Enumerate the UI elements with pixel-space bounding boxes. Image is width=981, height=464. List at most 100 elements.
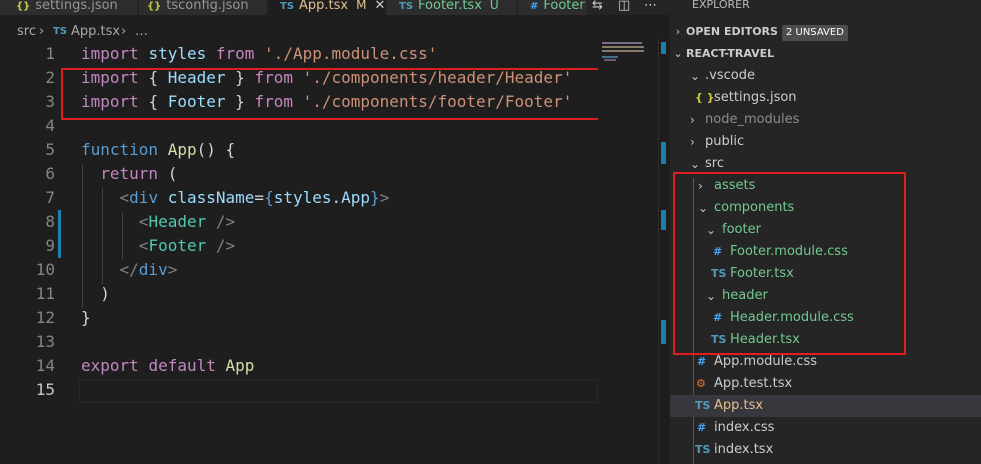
tree-item[interactable]: { } settings.json <box>670 87 981 109</box>
css-icon: # <box>530 1 539 12</box>
code-line-1[interactable]: import styles from './App.module.css' <box>81 44 437 63</box>
minimap-line <box>602 42 642 44</box>
line-number: 8 <box>45 212 55 231</box>
code-line-6[interactable]: return ( <box>81 164 177 183</box>
open-editors-section[interactable]: › OPEN EDITORS 2 UNSAVED <box>670 21 981 43</box>
punctuation: ) <box>100 284 110 303</box>
code-line-7[interactable]: <div className={styles.App}> <box>81 188 390 207</box>
code-line-11[interactable]: ) <box>81 284 110 303</box>
line-number: 2 <box>45 68 55 87</box>
editor-tab-bar: {} settings.json {} tsconfig.json TS App.ts… <box>0 0 670 15</box>
tag-bracket: </ <box>119 260 139 279</box>
breadcrumb-file[interactable]: App.tsx <box>71 24 120 39</box>
breadcrumb: src › TS App.tsx › … <box>0 24 598 42</box>
git-change-marker[interactable] <box>58 210 61 258</box>
tree-item[interactable]: ⌄ .vscode <box>670 65 981 87</box>
unsaved-badge: 2 UNSAVED <box>781 25 848 41</box>
more-actions-icon[interactable]: ⋯ <box>644 0 657 12</box>
scrollbar-change-marker <box>661 142 666 164</box>
close-icon[interactable]: ✕ <box>374 0 385 13</box>
line-number: 4 <box>45 116 55 135</box>
breadcrumb-folder[interactable]: src <box>17 24 36 39</box>
tree-item-label: public <box>705 134 745 149</box>
tab-footer-module-css[interactable]: # Footer <box>518 0 588 15</box>
chevron-right-icon: › <box>121 24 127 39</box>
project-section[interactable]: ⌄ REACT-TRAVEL <box>670 43 981 65</box>
scrollbar-change-marker <box>661 42 666 54</box>
editor-actions: ⇆ ◫ ⋯ <box>588 0 670 15</box>
tree-item-label: .vscode <box>705 68 755 83</box>
tag-bracket: > <box>379 188 390 207</box>
editor-pane[interactable]: {} settings.json {} tsconfig.json TS App.ts… <box>0 0 670 464</box>
highlight-box-components <box>673 172 906 355</box>
code-line-8[interactable]: <Header /> <box>81 212 235 231</box>
chevron-right-icon: › <box>39 24 45 39</box>
code-line-12[interactable]: } <box>81 308 91 327</box>
tab-label: Footer <box>543 0 585 13</box>
identifier: styles <box>273 188 332 207</box>
keyword: import <box>81 44 139 63</box>
brace: { <box>264 188 274 207</box>
line-number: 14 <box>35 356 55 375</box>
line-number: 3 <box>45 92 55 111</box>
line-number: 11 <box>35 284 55 303</box>
brace: } <box>370 188 380 207</box>
tree-item[interactable]: › public <box>670 131 981 153</box>
tab-app-tsx[interactable]: TS App.tsx M ✕ <box>268 0 386 15</box>
code-line-10[interactable]: </div> <box>81 260 178 279</box>
json-file-icon: { } <box>695 91 715 104</box>
tree-item-label: App.tsx <box>714 398 764 413</box>
code-line-5[interactable]: function App() { <box>81 140 235 159</box>
json-icon: {} <box>16 1 31 12</box>
jsx-attribute: className <box>167 188 255 207</box>
test-file-icon: ⚙ <box>696 377 706 390</box>
tree-item[interactable]: › node_modules <box>670 109 981 131</box>
punctuation: = <box>254 188 265 207</box>
ts-file-icon: TS <box>695 443 711 456</box>
punctuation: . <box>331 188 342 207</box>
tree-item[interactable]: TS App.tsx <box>670 395 981 417</box>
compare-changes-icon[interactable]: ⇆ <box>592 0 603 12</box>
current-line-highlight <box>79 380 598 403</box>
chevron-right-icon[interactable]: › <box>690 131 695 153</box>
json-icon: {} <box>147 1 162 12</box>
tree-item-label: settings.json <box>714 90 797 105</box>
untracked-badge: U <box>489 0 499 12</box>
minimap-line <box>602 56 618 58</box>
tree-item-label: index.tsx <box>714 442 774 457</box>
breadcrumb-more[interactable]: … <box>135 24 148 39</box>
keyword: export <box>81 356 139 375</box>
tag-bracket: < <box>138 236 149 255</box>
line-number: 12 <box>35 308 55 327</box>
section-label: REACT-TRAVEL <box>686 47 775 60</box>
chevron-right-icon[interactable]: › <box>690 109 695 131</box>
ts-file-icon: TS <box>695 399 711 412</box>
tag-bracket: /> <box>206 212 236 231</box>
punctuation: () { <box>196 140 236 159</box>
tree-item[interactable]: TS index.tsx <box>670 439 981 461</box>
line-number: 7 <box>45 188 55 207</box>
explorer-title: EXPLORER <box>692 0 750 11</box>
punctuation: ( <box>167 164 178 183</box>
code-line-14[interactable]: export default App <box>81 356 254 375</box>
chevron-right-icon: › <box>675 25 681 38</box>
identifier: App <box>341 188 371 207</box>
tab-tsconfig-json[interactable]: {} tsconfig.json <box>139 0 267 15</box>
tag-bracket: > <box>167 260 178 279</box>
tab-footer-tsx[interactable]: TS Footer.tsx U <box>387 0 517 15</box>
scrollbar-change-marker <box>661 210 666 230</box>
modified-badge: M <box>356 0 367 12</box>
tree-item-label: index.css <box>714 420 775 435</box>
function-name: App <box>167 140 197 159</box>
jsx-component: Footer <box>148 236 207 255</box>
minimap[interactable] <box>598 38 658 464</box>
code-line-9[interactable]: <Footer /> <box>81 236 235 255</box>
identifier: styles <box>148 44 207 63</box>
chevron-down-icon: ⌄ <box>673 47 683 60</box>
tree-item[interactable]: ⚙ App.test.tsx <box>670 373 981 395</box>
tab-settings-json[interactable]: {} settings.json <box>0 0 138 15</box>
chevron-down-icon[interactable]: ⌄ <box>690 65 700 87</box>
tree-item[interactable]: # index.css <box>670 417 981 439</box>
split-editor-icon[interactable]: ◫ <box>618 0 630 12</box>
punctuation: } <box>81 308 91 327</box>
